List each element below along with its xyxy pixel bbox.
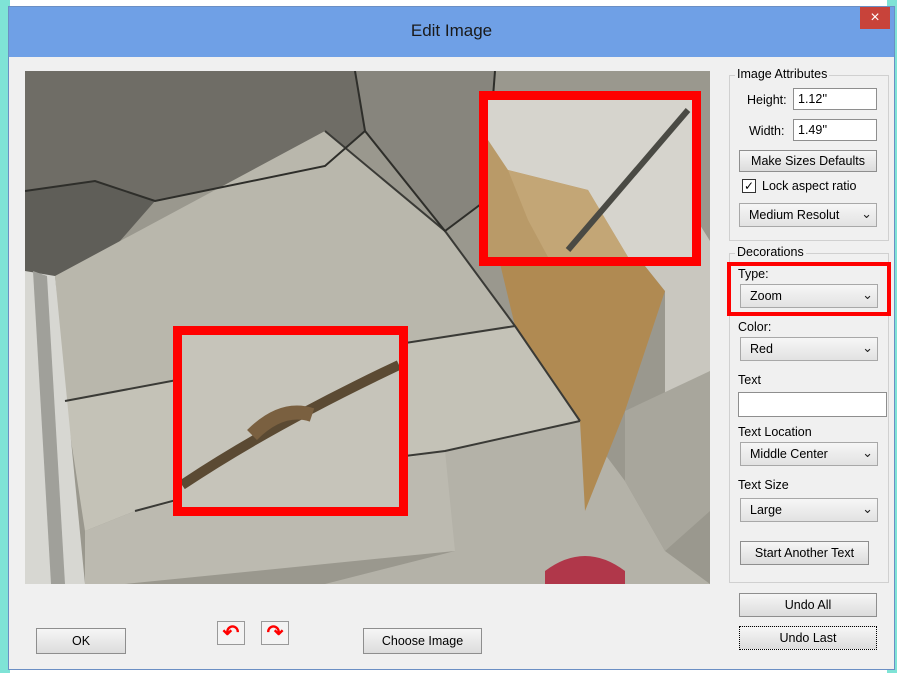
chevron-down-icon: ⌄: [862, 287, 873, 302]
height-input[interactable]: [793, 88, 877, 110]
resolution-select[interactable]: Medium Resolut ⌄: [739, 203, 877, 227]
close-button[interactable]: ×: [860, 7, 890, 29]
color-value: Red: [750, 342, 773, 356]
choose-image-button[interactable]: Choose Image: [363, 628, 482, 654]
chevron-down-icon: ⌄: [862, 445, 873, 460]
undo-all-button[interactable]: Undo All: [739, 593, 877, 617]
lock-aspect-checkbox[interactable]: ✓: [742, 179, 756, 193]
type-value: Zoom: [750, 289, 782, 303]
image-attributes-label: Image Attributes: [735, 67, 830, 81]
text-size-value: Large: [750, 503, 782, 517]
decorations-label: Decorations: [735, 245, 806, 259]
undo-last-button[interactable]: Undo Last: [739, 626, 877, 650]
start-another-text-button[interactable]: Start Another Text: [740, 541, 869, 565]
lock-aspect-label: Lock aspect ratio: [762, 179, 857, 193]
type-select[interactable]: Zoom ⌄: [740, 284, 878, 308]
text-location-value: Middle Center: [750, 447, 828, 461]
image-preview[interactable]: [25, 71, 710, 584]
chevron-down-icon: ⌄: [862, 340, 873, 355]
zoomed-crack-photo: [182, 335, 399, 507]
rotate-right-button[interactable]: ↷: [261, 621, 289, 645]
close-icon: ×: [870, 9, 880, 26]
chevron-down-icon: ⌄: [861, 206, 872, 221]
rotate-right-icon: ↷: [266, 622, 284, 644]
height-label: Height:: [747, 93, 787, 107]
text-input[interactable]: [738, 392, 887, 417]
ok-button[interactable]: OK: [36, 628, 126, 654]
rotate-left-icon: ↶: [222, 622, 240, 644]
rotate-left-button[interactable]: ↶: [217, 621, 245, 645]
checkmark-icon: ✓: [743, 179, 755, 193]
width-input[interactable]: [793, 119, 877, 141]
chevron-down-icon: ⌄: [862, 501, 873, 516]
title-bar: Edit Image ×: [9, 7, 894, 57]
color-label: Color:: [738, 320, 772, 334]
text-size-select[interactable]: Large ⌄: [740, 498, 878, 522]
make-sizes-defaults-button[interactable]: Make Sizes Defaults: [739, 150, 877, 172]
width-label: Width:: [749, 124, 785, 138]
resolution-value: Medium Resolut: [749, 208, 840, 222]
window-title: Edit Image: [410, 21, 493, 40]
text-size-label: Text Size: [738, 478, 789, 492]
zoomed-step-photo: [488, 100, 692, 257]
edit-image-dialog: Edit Image × Image Attributes Height: 1.…: [8, 6, 895, 670]
zoom-frame-top-right[interactable]: [479, 91, 701, 266]
text-location-select[interactable]: Middle Center ⌄: [740, 442, 878, 466]
text-label: Text: [738, 373, 761, 387]
type-label: Type:: [738, 267, 769, 281]
text-location-label: Text Location: [738, 425, 812, 439]
color-select[interactable]: Red ⌄: [740, 337, 878, 361]
zoom-frame-crack[interactable]: [173, 326, 408, 516]
